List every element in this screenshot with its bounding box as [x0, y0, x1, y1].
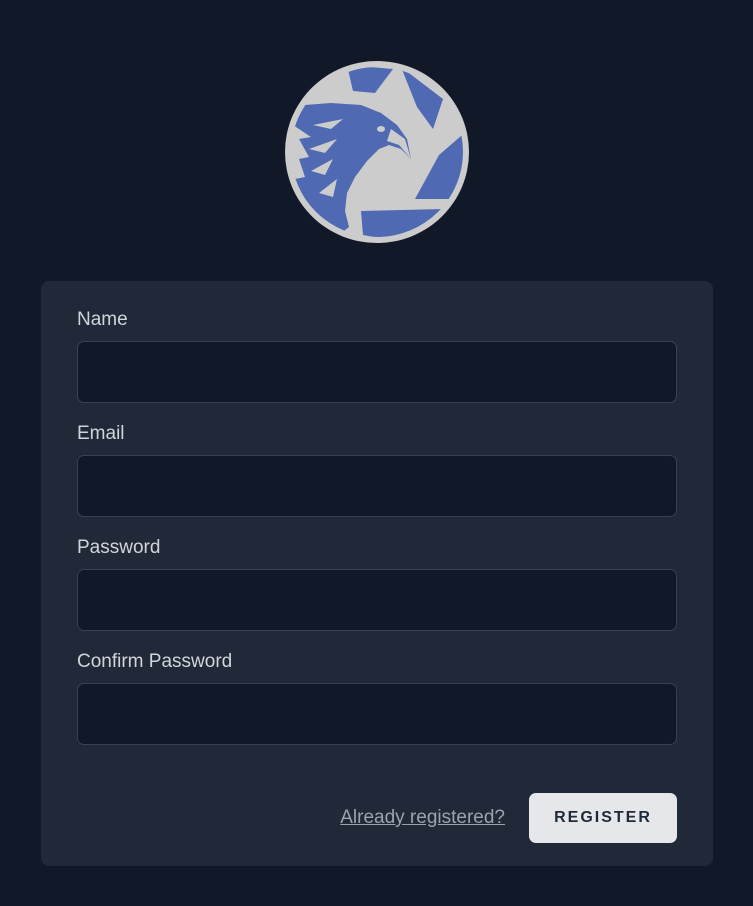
register-page: Name Email Password Confirm Password Alr…: [0, 0, 753, 906]
email-input[interactable]: [77, 455, 677, 517]
name-field-group: Name: [77, 305, 677, 403]
email-field-group: Email: [77, 419, 677, 517]
register-button[interactable]: REGISTER: [529, 793, 677, 843]
password-label: Password: [77, 537, 161, 558]
password-field-group: Password: [77, 533, 677, 631]
already-registered-link[interactable]: Already registered?: [340, 807, 505, 829]
register-form: Name Email Password Confirm Password Alr…: [41, 281, 713, 866]
email-label: Email: [77, 423, 125, 444]
name-label: Name: [77, 309, 128, 330]
password-input[interactable]: [77, 569, 677, 631]
confirm-password-field-group: Confirm Password: [77, 647, 677, 745]
form-actions: Already registered? REGISTER: [340, 793, 677, 843]
eagle-shutter-logo-icon: [283, 59, 471, 245]
name-input[interactable]: [77, 341, 677, 403]
confirm-password-input[interactable]: [77, 683, 677, 745]
confirm-password-label: Confirm Password: [77, 651, 233, 672]
